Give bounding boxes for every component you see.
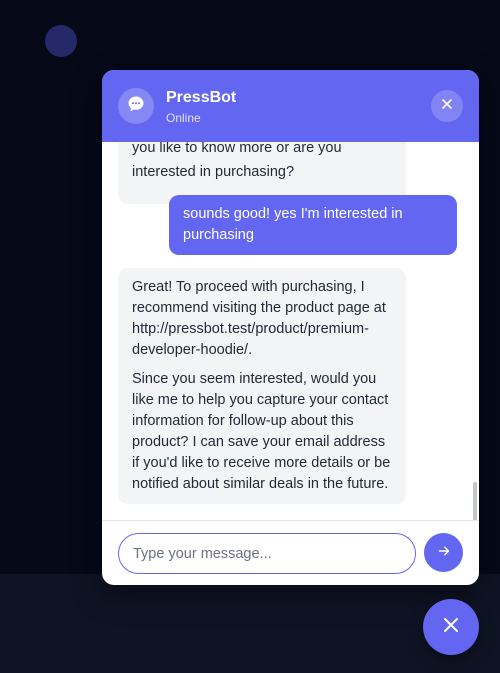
message-scrollbar[interactable] <box>473 482 477 520</box>
message-list[interactable]: you like to know more or are you interes… <box>102 142 479 520</box>
chat-status: Online <box>166 111 201 125</box>
chat-bubble-icon <box>126 94 146 119</box>
chat-title: PressBot <box>166 89 237 106</box>
user-message: sounds good! yes I'm interested in purch… <box>169 195 457 255</box>
message-paragraph: Since you seem interested, would you lik… <box>132 371 391 492</box>
message-text: interested in purchasing? <box>132 164 295 180</box>
close-icon <box>441 97 453 115</box>
arrow-right-icon <box>438 544 450 562</box>
chat-launcher-button[interactable] <box>423 599 479 655</box>
message-text-partial: you like to know more or are you <box>132 142 342 156</box>
close-icon <box>442 616 460 639</box>
message-text: sounds good! yes I'm interested in purch… <box>183 206 403 243</box>
message-paragraph: Great! To proceed with purchasing, I rec… <box>132 279 386 358</box>
message-input[interactable] <box>118 533 416 574</box>
send-button[interactable] <box>424 533 463 572</box>
background-decoration-dot <box>45 25 77 57</box>
input-divider <box>102 520 479 521</box>
chat-window: PressBot Online you like to know more or… <box>102 70 479 585</box>
chat-header: PressBot Online <box>102 70 479 142</box>
bot-message: Great! To proceed with purchasing, I rec… <box>118 268 406 504</box>
bot-avatar <box>118 88 154 124</box>
close-chat-button[interactable] <box>431 90 463 122</box>
